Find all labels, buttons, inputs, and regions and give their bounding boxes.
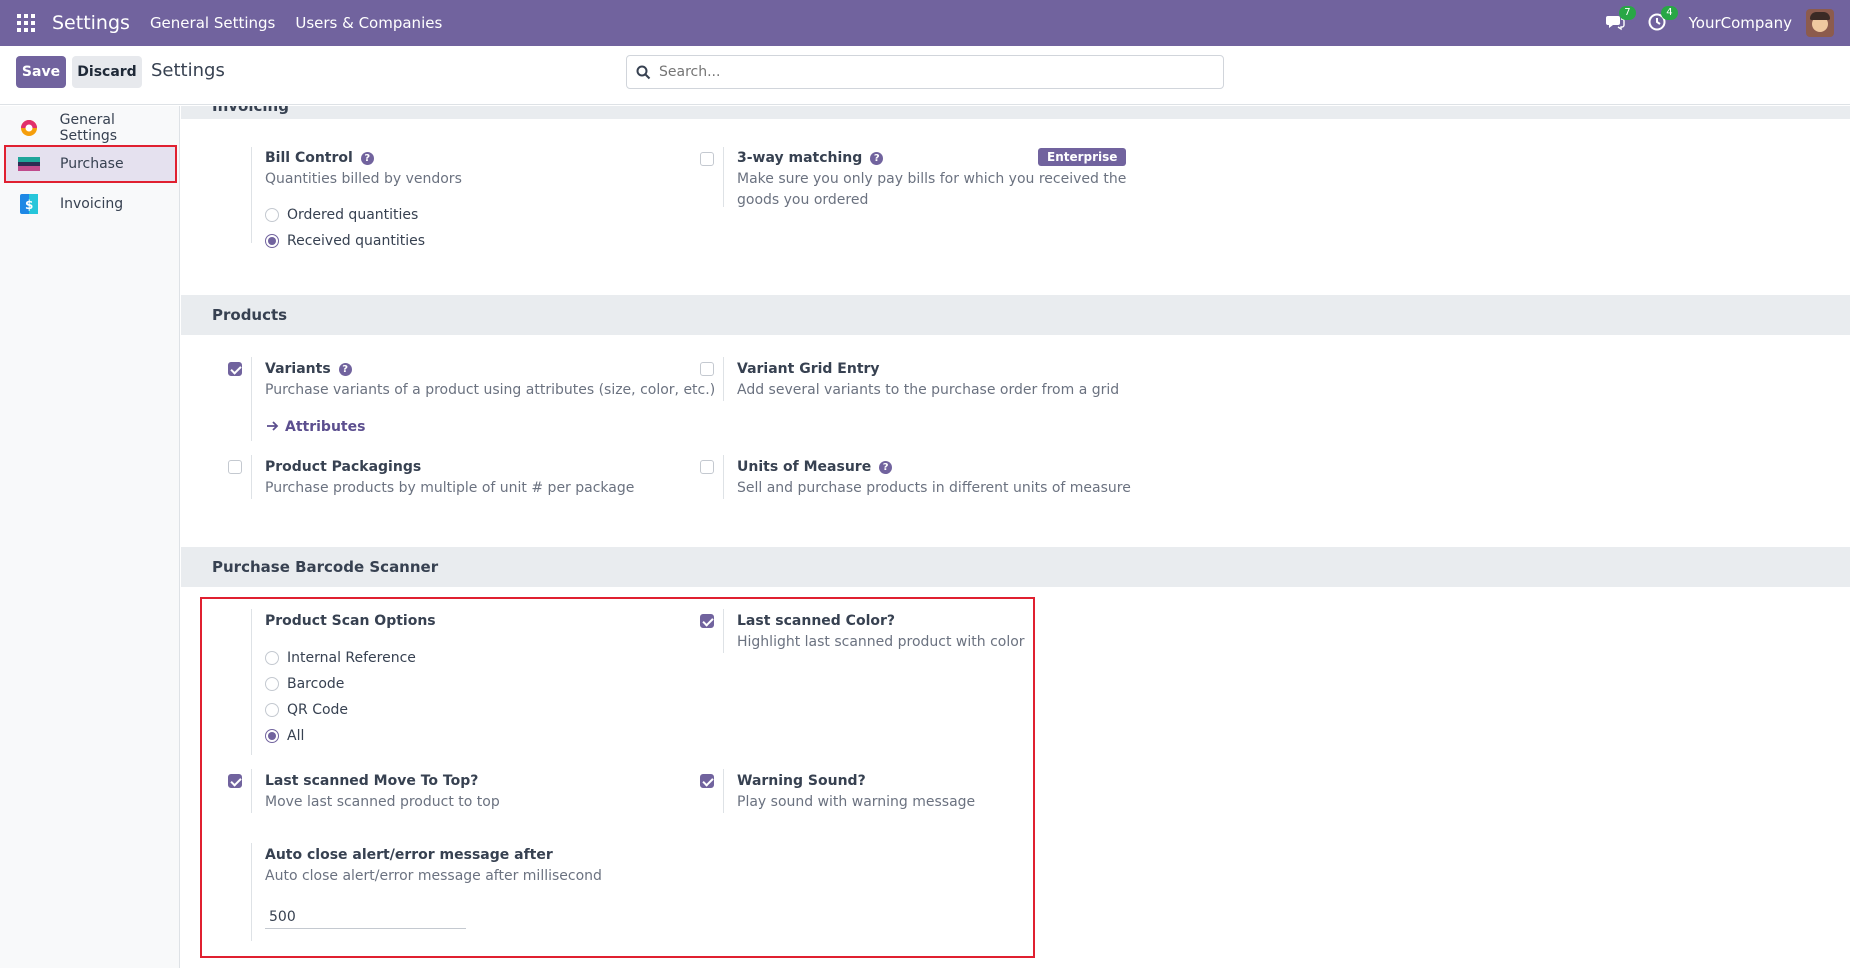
general-settings-icon	[18, 118, 40, 138]
auto-close-desc: Auto close alert/error message after mil…	[265, 868, 602, 884]
last-scanned-color-desc: Highlight last scanned product with colo…	[737, 634, 1025, 650]
product-packagings-title: Product Packagings	[265, 459, 422, 475]
section-header-barcode: Purchase Barcode Scanner	[181, 547, 1850, 587]
bill-control-title: Bill Control?	[265, 150, 374, 166]
attributes-link-label: Attributes	[285, 419, 366, 435]
warning-sound-desc: Play sound with warning message	[737, 794, 976, 810]
activities-clock-icon[interactable]: 4	[1647, 6, 1678, 34]
radio-button[interactable]	[265, 208, 279, 222]
bill-control-desc: Quantities billed by vendors	[265, 171, 462, 187]
search-bar	[626, 55, 1224, 89]
radio-button[interactable]	[265, 729, 279, 743]
variant-grid-desc: Add several variants to the purchase ord…	[737, 382, 1120, 398]
enterprise-badge[interactable]: Enterprise	[1038, 148, 1127, 166]
warning-sound-title: Warning Sound?	[737, 773, 866, 789]
activities-badge: 4	[1661, 6, 1678, 20]
product-packagings-checkbox[interactable]	[228, 460, 242, 474]
auto-close-ms-input[interactable]	[265, 905, 466, 929]
product-packagings-desc: Purchase products by multiple of unit # …	[265, 480, 635, 496]
radio-qr-code[interactable]: QR Code	[265, 702, 348, 718]
discard-button[interactable]: Discard	[72, 56, 142, 88]
control-panel: Save Discard Settings	[0, 46, 1850, 105]
radio-button[interactable]	[265, 677, 279, 691]
radio-button[interactable]	[265, 234, 279, 248]
company-switcher[interactable]: YourCompany	[1689, 14, 1792, 32]
help-icon[interactable]: ?	[360, 152, 374, 165]
svg-text:$: $	[25, 198, 33, 212]
units-of-measure-title: Units of Measure?	[737, 459, 893, 475]
search-icon	[627, 65, 659, 80]
last-scanned-color-checkbox[interactable]	[700, 614, 714, 628]
search-input[interactable]	[659, 64, 1199, 80]
app-brand[interactable]: Settings	[52, 12, 130, 34]
move-to-top-title: Last scanned Move To Top?	[265, 773, 479, 789]
save-button[interactable]: Save	[16, 56, 66, 88]
messages-icon[interactable]: 7	[1605, 6, 1636, 34]
section-title: Products	[212, 306, 288, 324]
variants-checkbox[interactable]	[228, 362, 242, 376]
attributes-link[interactable]: Attributes	[267, 419, 365, 435]
move-to-top-checkbox[interactable]	[228, 774, 242, 788]
sidebar-item-purchase[interactable]: Purchase	[4, 145, 177, 183]
section-header-products: Products	[181, 295, 1850, 335]
help-icon[interactable]: ?	[870, 152, 884, 165]
three-way-matching-title: 3-way matching?	[737, 150, 884, 166]
menu-general-settings[interactable]: General Settings	[150, 14, 275, 32]
variants-desc: Purchase variants of a product using att…	[265, 382, 716, 398]
help-icon[interactable]: ?	[879, 461, 893, 474]
section-title: Purchase Barcode Scanner	[212, 558, 439, 576]
units-of-measure-checkbox[interactable]	[700, 460, 714, 474]
radio-ordered-quantities[interactable]: Ordered quantities	[265, 207, 418, 223]
sidebar-item-label: General Settings	[59, 112, 118, 144]
help-icon[interactable]: ?	[338, 363, 352, 376]
settings-sidebar: General Settings Purchase $ Invoicing	[0, 106, 180, 968]
variant-grid-title: Variant Grid Entry	[737, 361, 880, 377]
radio-barcode[interactable]: Barcode	[265, 676, 344, 692]
radio-received-quantities[interactable]: Received quantities	[265, 233, 425, 249]
three-way-matching-desc: Make sure you only pay bills for which y…	[737, 171, 1127, 208]
units-of-measure-desc: Sell and purchase products in different …	[737, 480, 1131, 496]
radio-internal-reference[interactable]: Internal Reference	[265, 650, 416, 666]
radio-button[interactable]	[265, 703, 279, 717]
user-avatar[interactable]	[1806, 9, 1834, 37]
section-title: Invoicing	[212, 106, 289, 115]
sidebar-item-label: Purchase	[60, 156, 124, 172]
top-navbar: Settings General Settings Users & Compan…	[0, 0, 1850, 46]
radio-button[interactable]	[265, 651, 279, 665]
move-to-top-desc: Move last scanned product to top	[265, 794, 500, 810]
apps-menu-icon[interactable]	[0, 0, 52, 46]
scan-options-title: Product Scan Options	[265, 613, 436, 629]
purchase-icon	[18, 154, 40, 174]
arrow-right-icon	[267, 419, 279, 435]
radio-all[interactable]: All	[265, 728, 304, 744]
menu-users-companies[interactable]: Users & Companies	[295, 14, 442, 32]
sidebar-item-label: Invoicing	[60, 196, 124, 212]
invoicing-icon: $	[18, 194, 40, 214]
three-way-matching-checkbox[interactable]	[700, 152, 714, 166]
sidebar-item-general-settings[interactable]: General Settings	[6, 111, 175, 145]
last-scanned-color-title: Last scanned Color?	[737, 613, 896, 629]
breadcrumb: Settings	[151, 60, 225, 81]
settings-content: Invoicing Bill Control? Quantities bille…	[181, 106, 1850, 968]
warning-sound-checkbox[interactable]	[700, 774, 714, 788]
sidebar-item-invoicing[interactable]: $ Invoicing	[6, 187, 175, 221]
messages-badge: 7	[1619, 6, 1636, 20]
auto-close-title: Auto close alert/error message after	[265, 847, 553, 863]
section-header-invoicing: Invoicing	[181, 106, 1850, 119]
variant-grid-checkbox[interactable]	[700, 362, 714, 376]
variants-title: Variants?	[265, 361, 352, 377]
